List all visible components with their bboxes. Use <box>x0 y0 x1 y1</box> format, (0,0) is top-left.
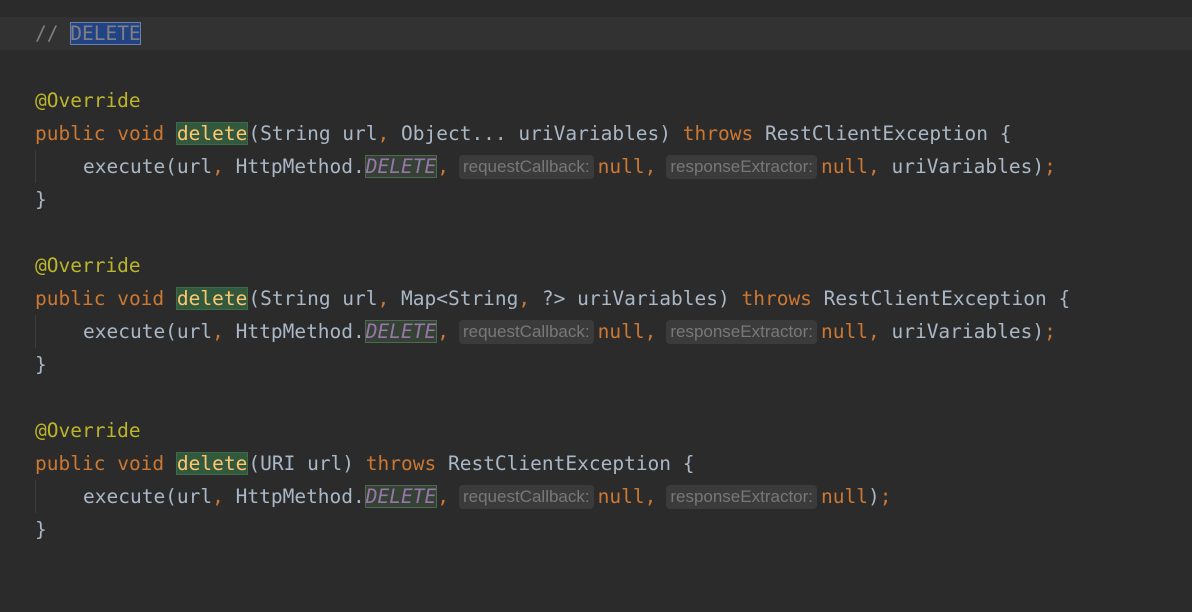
method-name-delete[interactable]: delete <box>175 452 249 475</box>
semicolon: ; <box>1044 320 1056 343</box>
keyword-void: void <box>117 452 165 475</box>
call-comma: , <box>644 485 657 508</box>
param-hint-response-extractor: responseExtractor: <box>666 154 818 179</box>
keyword-throws: throws <box>682 122 754 145</box>
call-comma: , <box>437 155 449 178</box>
method-name-delete[interactable]: delete <box>175 122 249 145</box>
keyword-throws: throws <box>365 452 437 475</box>
signature-params: Object... uriVariables) <box>389 122 683 145</box>
signature-params: (URI url) <box>248 452 366 475</box>
signature-params: (String url <box>248 287 378 310</box>
annotation-line[interactable]: @Override <box>0 84 1192 117</box>
annotation-line[interactable]: @Override <box>0 414 1192 447</box>
exception-type: RestClientException { <box>436 452 695 475</box>
keyword-void: void <box>117 287 165 310</box>
signature-comma: , <box>377 287 390 310</box>
signature-comma: , <box>377 122 390 145</box>
signature-params: Map<String <box>389 287 519 310</box>
method-body-line[interactable]: execute(url, HttpMethod.DELETE, requestCa… <box>0 150 1192 183</box>
call-comma: , <box>867 155 880 178</box>
call-comma: , <box>212 155 224 178</box>
code-line-comment[interactable]: // DELETE <box>0 17 1192 50</box>
annotation-line[interactable]: @Override <box>0 249 1192 282</box>
call-httpmethod: HttpMethod. <box>223 320 365 343</box>
closing-brace: } <box>35 188 47 211</box>
exception-type: RestClientException { <box>811 287 1071 310</box>
override-annotation: @Override <box>35 419 141 442</box>
call-comma: , <box>437 485 449 508</box>
closing-brace-line[interactable]: } <box>0 348 1192 381</box>
keyword-null: null <box>821 485 868 508</box>
keyword-throws: throws <box>741 287 812 310</box>
keyword-void: void <box>117 122 165 145</box>
keyword-public: public <box>35 122 106 145</box>
call-comma: , <box>867 320 880 343</box>
call-args-tail: uriVariables) <box>879 155 1045 178</box>
call-httpmethod: HttpMethod. <box>223 155 365 178</box>
selected-text[interactable]: DELETE <box>70 22 141 45</box>
keyword-public: public <box>35 452 106 475</box>
signature-params: (String url <box>248 122 378 145</box>
call-execute: execute(url <box>83 485 213 508</box>
param-hint-request-callback: requestCallback: <box>458 484 594 509</box>
param-hint-request-callback: requestCallback: <box>458 154 594 179</box>
call-comma: , <box>644 320 657 343</box>
method-signature-line[interactable]: public void delete(String url, Map<Strin… <box>0 282 1192 315</box>
call-execute: execute(url <box>83 155 213 178</box>
constant-delete[interactable]: DELETE <box>364 320 438 343</box>
call-args-tail: uriVariables) <box>879 320 1045 343</box>
call-comma: , <box>212 320 224 343</box>
closing-brace: } <box>35 518 47 541</box>
method-signature-line[interactable]: public void delete(String url, Object...… <box>0 117 1192 150</box>
call-comma: , <box>644 155 657 178</box>
override-annotation: @Override <box>35 254 141 277</box>
closing-brace: } <box>35 353 47 376</box>
keyword-null: null <box>597 155 645 178</box>
method-body-line[interactable]: execute(url, HttpMethod.DELETE, requestCa… <box>0 480 1192 513</box>
keyword-null: null <box>597 485 645 508</box>
keyword-null: null <box>821 320 868 343</box>
closing-brace-line[interactable]: } <box>0 513 1192 546</box>
keyword-null: null <box>821 155 868 178</box>
constant-delete[interactable]: DELETE <box>364 485 438 508</box>
method-name-delete[interactable]: delete <box>175 287 249 310</box>
code-editor[interactable]: // DELETE @Override public void delete(S… <box>0 0 1192 567</box>
semicolon: ; <box>879 485 892 508</box>
closing-brace-line[interactable]: } <box>0 183 1192 216</box>
constant-delete[interactable]: DELETE <box>364 155 438 178</box>
exception-type: RestClientException { <box>753 122 1012 145</box>
call-comma: , <box>437 320 449 343</box>
call-comma: , <box>212 485 224 508</box>
param-hint-request-callback: requestCallback: <box>458 319 594 344</box>
override-annotation: @Override <box>35 89 141 112</box>
signature-params: ?> uriVariables) <box>530 287 742 310</box>
comment-prefix: // <box>35 22 71 45</box>
param-hint-response-extractor: responseExtractor: <box>666 484 818 509</box>
keyword-null: null <box>597 320 645 343</box>
semicolon: ; <box>1044 155 1056 178</box>
signature-comma: , <box>518 287 531 310</box>
keyword-public: public <box>35 287 106 310</box>
param-hint-response-extractor: responseExtractor: <box>666 319 818 344</box>
call-execute: execute(url <box>83 320 213 343</box>
method-body-line[interactable]: execute(url, HttpMethod.DELETE, requestCa… <box>0 315 1192 348</box>
call-args-tail: ) <box>867 485 880 508</box>
call-httpmethod: HttpMethod. <box>223 485 365 508</box>
method-signature-line[interactable]: public void delete(URI url) throws RestC… <box>0 447 1192 480</box>
